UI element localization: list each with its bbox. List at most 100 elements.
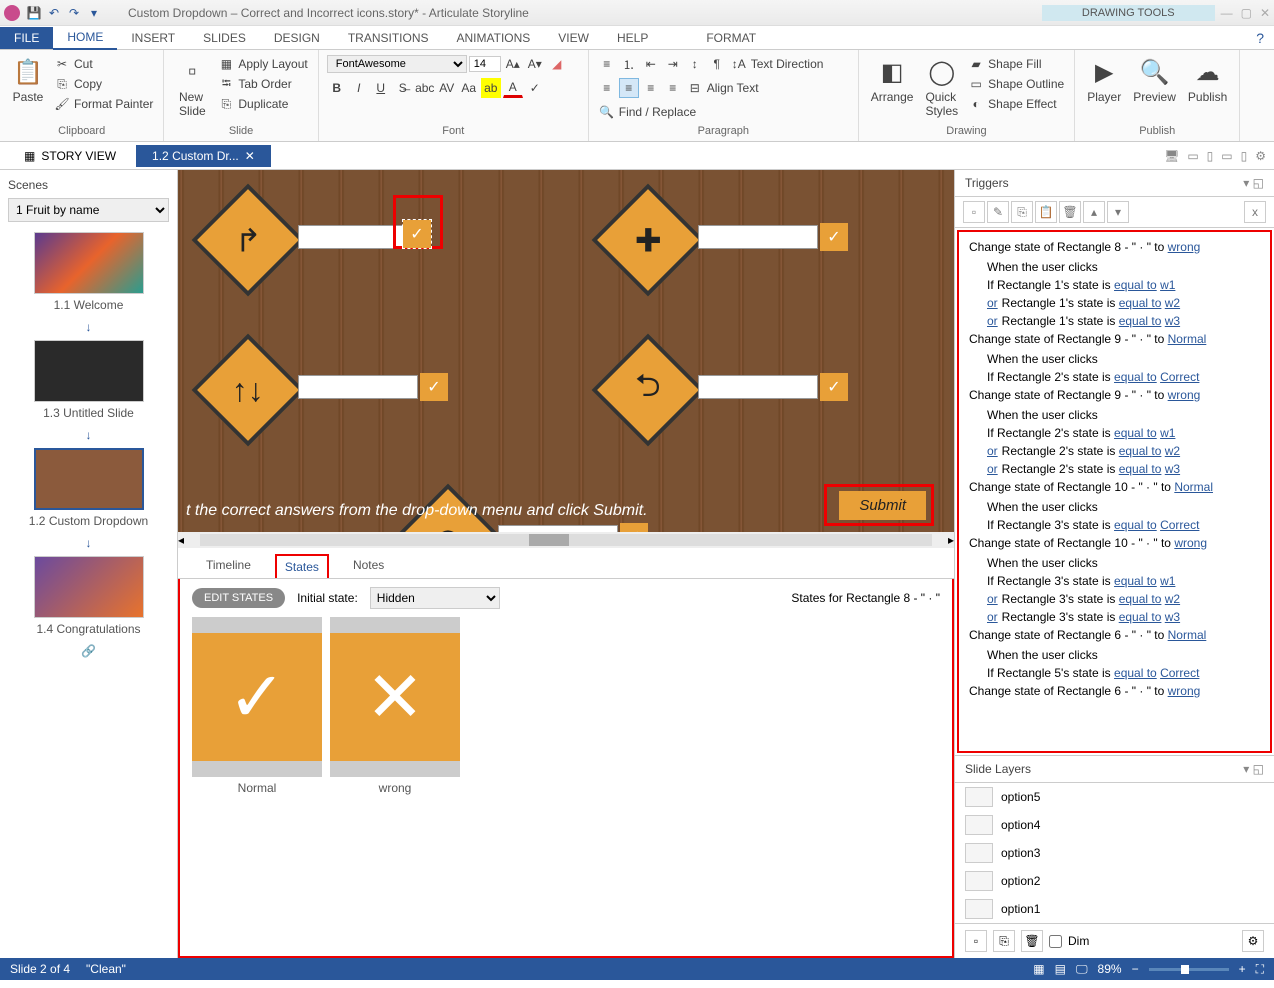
tab-slides[interactable]: SLIDES — [189, 27, 260, 49]
state-wrong[interactable]: ✕ wrong — [330, 617, 460, 799]
tab-format[interactable]: FORMAT — [692, 27, 770, 49]
view-preview-icon[interactable]: 🖵 — [1076, 962, 1088, 977]
spellcheck-icon[interactable]: ✓ — [525, 78, 545, 98]
rtl-icon[interactable]: ¶ — [707, 54, 727, 74]
dropdown-input-3[interactable] — [298, 375, 418, 399]
align-right-icon[interactable]: ≡ — [641, 78, 661, 98]
shadow-icon[interactable]: abc — [415, 78, 435, 98]
align-text-button[interactable]: ⊟Align Text — [685, 78, 761, 98]
maximize-icon[interactable]: ▢ — [1241, 6, 1252, 20]
delete-layer-icon[interactable]: 🗑 — [1021, 930, 1043, 952]
strike-icon[interactable]: S̶ — [393, 78, 413, 98]
check-icon-3[interactable]: ✓ — [420, 373, 448, 401]
save-icon[interactable]: 💾 — [26, 5, 42, 21]
slide-canvas[interactable]: ↱ ✓ ✚ ✓ ↑↓ ✓ ⮌ ✓ ◠ ✓ t the correct answe… — [178, 170, 954, 532]
player-button[interactable]: ▶Player — [1083, 54, 1125, 106]
justify-icon[interactable]: ≡ — [663, 78, 683, 98]
tab-design[interactable]: DESIGN — [260, 27, 334, 49]
find-replace-button[interactable]: 🔍Find / Replace — [597, 102, 698, 122]
tab-view[interactable]: VIEW — [544, 27, 603, 49]
char-spacing-icon[interactable]: AV — [437, 78, 457, 98]
tab-help[interactable]: HELP — [603, 27, 662, 49]
clear-format-icon[interactable]: ◢ — [547, 54, 567, 74]
triggers-list[interactable]: Change state of Rectangle 8 - " · " to w… — [957, 230, 1272, 753]
new-trigger-icon[interactable]: ▫ — [963, 201, 985, 223]
chevron-down-icon[interactable]: ▾ — [1243, 762, 1249, 776]
submit-button[interactable]: Submit — [839, 491, 926, 520]
numbering-icon[interactable]: ⒈ — [619, 54, 639, 74]
slide-tab[interactable]: 1.2 Custom Dr...✕ — [136, 145, 271, 167]
underline-icon[interactable]: U — [371, 78, 391, 98]
gear-icon[interactable]: ⚙ — [1255, 149, 1266, 163]
view-sorter-icon[interactable]: ▤ — [1055, 962, 1066, 976]
timeline-tab[interactable]: Timeline — [198, 554, 259, 578]
story-view-tab[interactable]: ▦STORY VIEW — [8, 145, 132, 167]
popout-icon[interactable]: ◱ — [1253, 762, 1264, 776]
undo-icon[interactable]: ↶ — [46, 5, 62, 21]
change-case-icon[interactable]: Aa — [459, 78, 479, 98]
shape-effect-button[interactable]: ◐Shape Effect — [966, 94, 1066, 114]
chevron-down-icon[interactable]: ▾ — [1243, 176, 1249, 190]
notes-tab[interactable]: Notes — [345, 554, 392, 578]
text-direction-button[interactable]: ↕AText Direction — [729, 54, 826, 74]
dropdown-input-5[interactable] — [498, 525, 618, 532]
duplicate-button[interactable]: ⎘Duplicate — [216, 94, 309, 114]
variables-icon[interactable]: x — [1244, 201, 1266, 223]
tab-order-button[interactable]: ⭾Tab Order — [216, 74, 309, 94]
device-phone-portrait-icon[interactable]: ▯ — [1241, 149, 1248, 163]
fit-icon[interactable]: ⛶ — [1256, 962, 1264, 977]
scenes-dropdown[interactable]: 1 Fruit by name — [8, 198, 169, 222]
move-down-icon[interactable]: ▾ — [1107, 201, 1129, 223]
increase-font-icon[interactable]: A▴ — [503, 54, 523, 74]
road-sign-3[interactable]: ↑↓ — [191, 333, 304, 446]
edit-trigger-icon[interactable]: ✎ — [987, 201, 1009, 223]
decrease-font-icon[interactable]: A▾ — [525, 54, 545, 74]
close-tab-icon[interactable]: ✕ — [245, 149, 255, 163]
highlight-icon[interactable]: ab — [481, 78, 501, 98]
check-icon-2[interactable]: ✓ — [820, 223, 848, 251]
paste-button[interactable]: 📋Paste — [8, 54, 48, 106]
tab-file[interactable]: FILE — [0, 27, 53, 49]
copy-trigger-icon[interactable]: ⎘ — [1011, 201, 1033, 223]
states-tab[interactable]: States — [275, 554, 329, 578]
apply-layout-button[interactable]: ▦Apply Layout — [216, 54, 309, 74]
new-slide-button[interactable]: ▫New Slide — [172, 54, 212, 120]
horizontal-scrollbar[interactable]: ◂▸ — [178, 532, 954, 548]
slide-thumb-1[interactable] — [34, 232, 144, 294]
publish-button[interactable]: ☁Publish — [1184, 54, 1231, 106]
tab-home[interactable]: HOME — [53, 26, 117, 50]
check-icon-1[interactable]: ✓ — [403, 220, 431, 248]
slide-thumb-2[interactable] — [34, 340, 144, 402]
layer-item[interactable]: option4 — [955, 811, 1274, 839]
edit-states-button[interactable]: EDIT STATES — [192, 588, 285, 608]
check-icon-5[interactable]: ✓ — [620, 523, 648, 532]
help-icon[interactable]: ? — [1256, 30, 1264, 46]
zoom-in-icon[interactable]: + — [1239, 962, 1246, 976]
layer-item[interactable]: option5 — [955, 783, 1274, 811]
italic-icon[interactable]: I — [349, 78, 369, 98]
close-icon[interactable]: ✕ — [1260, 6, 1270, 20]
road-sign-4[interactable]: ⮌ — [591, 333, 704, 446]
cut-button[interactable]: ✂Cut — [52, 54, 155, 74]
inc-indent-icon[interactable]: ⇥ — [663, 54, 683, 74]
device-desktop-icon[interactable]: 🖥 — [1164, 149, 1179, 163]
road-sign-2[interactable]: ✚ — [591, 183, 704, 296]
line-spacing-icon[interactable]: ↕ — [685, 54, 705, 74]
layer-item[interactable]: option3 — [955, 839, 1274, 867]
minimize-icon[interactable]: — — [1221, 6, 1233, 20]
zoom-slider[interactable] — [1149, 968, 1229, 971]
redo-icon[interactable]: ↷ — [66, 5, 82, 21]
quick-styles-button[interactable]: ◯Quick Styles — [921, 54, 962, 120]
align-left-icon[interactable]: ≡ — [597, 78, 617, 98]
bold-icon[interactable]: B — [327, 78, 347, 98]
view-normal-icon[interactable]: ▦ — [1033, 962, 1044, 976]
dropdown-input-4[interactable] — [698, 375, 818, 399]
arrange-button[interactable]: ◧Arrange — [867, 54, 918, 106]
device-phone-landscape-icon[interactable]: ▭ — [1221, 149, 1232, 163]
slide-thumb-3[interactable] — [34, 448, 144, 510]
qat-dropdown-icon[interactable]: ▾ — [86, 5, 102, 21]
zoom-out-icon[interactable]: − — [1132, 962, 1139, 976]
initial-state-select[interactable]: Hidden — [370, 587, 500, 609]
duplicate-layer-icon[interactable]: ⎘ — [993, 930, 1015, 952]
paste-trigger-icon[interactable]: 📋 — [1035, 201, 1057, 223]
